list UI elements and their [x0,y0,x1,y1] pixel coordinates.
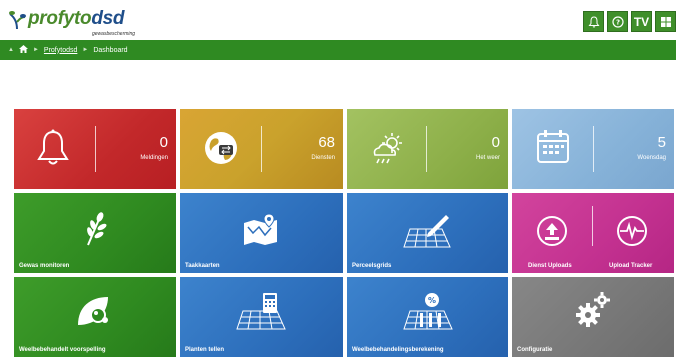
tile-count: 5 [657,134,666,151]
tile-label[interactable]: Upload Tracker [609,263,652,269]
tile-sublabel: Meldingen [140,155,168,161]
app-name-part2: dsd [91,8,125,29]
leaf-drops-icon [78,297,108,325]
tile-divider [261,126,262,172]
tile-label: Configuratie [517,347,553,353]
tile-uploads[interactable]: Dienst Uploads Upload Tracker [512,193,674,273]
app-name-part1: profyto [28,8,92,29]
tile-divider [95,126,96,172]
calculator-grid-icon [236,293,286,330]
map-pin-icon [244,213,277,245]
breadcrumb: ▲ ► Profytodsd ► Dashboard [0,40,676,60]
app-logo[interactable]: profytodsd gewasbescherming [8,8,135,38]
tile-divider [426,126,427,172]
plant-logo-icon [8,8,26,30]
tile-meldingen[interactable]: 0 Meldingen [14,109,176,189]
tile-taakkaarten[interactable]: Taakkaarten [180,193,343,273]
grid-pencil-icon [403,215,451,248]
wheat-icon [87,212,107,246]
breadcrumb-separator-icon: ► [32,47,39,53]
tv-button[interactable]: TV [631,11,652,32]
tile-label[interactable]: Dienst Uploads [528,263,572,269]
tile-label: Planten tellen [185,347,225,353]
tile-label: Taakkaarten [185,263,220,269]
percent-grid-icon: % [403,293,453,330]
tile-sublabel: Het weer [475,155,500,161]
globe-exchange-icon [205,132,237,164]
heartbeat-icon[interactable] [616,215,648,247]
svg-text:?: ? [615,18,619,26]
collapse-icon[interactable]: ▲ [8,47,14,53]
header-actions: ? TV [583,11,676,32]
gears-icon [576,292,610,327]
app-name: profytodsd [28,8,125,30]
tile-divider [592,206,593,246]
tile-count: 68 [318,134,335,151]
tile-label: Gewas monitoren [19,263,70,269]
calendar-icon [537,130,569,163]
upload-icon[interactable] [536,215,568,247]
notifications-button[interactable] [583,11,604,32]
bell-outline-icon [588,15,599,28]
tile-count: 0 [159,134,168,151]
tile-het-weer[interactable]: 0 Het weer [347,109,508,189]
tile-perceelsgrids[interactable]: Perceelsgrids [347,193,508,273]
home-icon[interactable] [18,45,28,55]
weather-icon [373,133,402,164]
dashboard-tiles: 0 Meldingen 68 Diensten 0 Het weer 5 Woe… [14,109,674,357]
apps-grid-button[interactable] [655,11,676,32]
svg-text:%: % [428,296,436,305]
tile-label: Weelbebehandelingsberekening [352,347,444,353]
tile-count: 0 [491,134,500,151]
tile-weelbehandelingsberekening[interactable]: % Weelbebehandelingsberekening [347,277,508,357]
help-button[interactable]: ? [607,11,628,32]
tile-sublabel: Woensdag [637,155,666,161]
tile-diensten[interactable]: 68 Diensten [180,109,343,189]
tile-planten-tellen[interactable]: Planten tellen [180,277,343,357]
breadcrumb-current: Dashboard [93,46,128,54]
breadcrumb-separator-icon: ► [82,47,89,53]
help-circle-icon: ? [611,15,624,28]
tile-woensdag[interactable]: 5 Woensdag [512,109,674,189]
tile-label: Weelbebehandelt voorspelling [19,347,106,353]
bell-icon [37,129,69,165]
tile-label: Perceelsgrids [352,263,392,269]
breadcrumb-link-home[interactable]: Profytodsd [44,47,77,54]
grid-icon [660,16,671,27]
tile-weelbehandeling-voorspelling[interactable]: Weelbebehandelt voorspelling [14,277,176,357]
tile-configuratie[interactable]: Configuratie [512,277,674,357]
tile-divider [593,126,594,172]
tile-sublabel: Diensten [311,155,335,161]
app-tagline: gewasbescherming [92,31,136,37]
tile-gewas-monitoren[interactable]: Gewas monitoren [14,193,176,273]
